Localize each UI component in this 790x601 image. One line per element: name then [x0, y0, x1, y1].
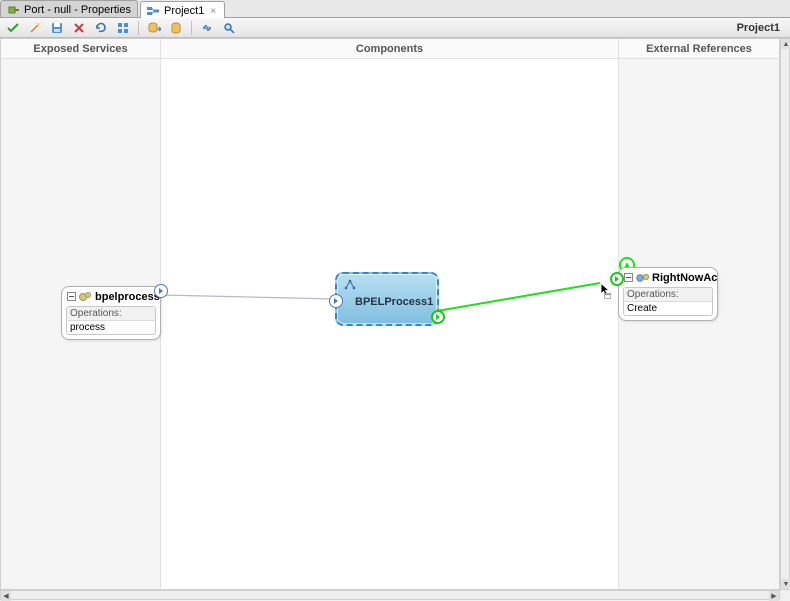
- operations-box: Operations: process: [66, 306, 156, 335]
- service-title-text: bpelprocess1_clie...: [95, 291, 160, 303]
- wand-button[interactable]: [26, 19, 44, 37]
- bpel-icon: [343, 278, 357, 295]
- operations-box: Operations: Create: [623, 287, 713, 316]
- bpel-component-node[interactable]: BPELProcess1: [335, 272, 439, 326]
- service-output-port[interactable]: [154, 284, 168, 298]
- toolbar-separator: [191, 21, 192, 35]
- bpel-title: BPELProcess1: [355, 296, 433, 308]
- tab-close-button[interactable]: ×: [208, 6, 218, 16]
- link-button[interactable]: [198, 19, 216, 37]
- db-export-button[interactable]: [145, 19, 163, 37]
- gears-icon: [79, 290, 92, 303]
- lane-header-external: External References: [619, 39, 779, 58]
- project-name-label: Project1: [737, 22, 786, 34]
- tab-label: Port - null - Properties: [24, 4, 131, 16]
- operations-header: Operations:: [67, 307, 155, 321]
- adapter-gears-icon: [636, 271, 649, 284]
- validate-button[interactable]: [4, 19, 22, 37]
- bpel-output-port[interactable]: [431, 310, 445, 324]
- lane-header-exposed: Exposed Services: [1, 39, 161, 58]
- composite-canvas[interactable]: Exposed Services Components External Ref…: [0, 38, 780, 590]
- operations-header: Operations:: [624, 288, 712, 302]
- port-icon: [7, 4, 20, 17]
- save-button[interactable]: [48, 19, 66, 37]
- refresh-button[interactable]: [92, 19, 110, 37]
- tab-project1[interactable]: Project1 ×: [140, 1, 225, 18]
- lane-external-references[interactable]: [619, 59, 779, 589]
- composite-icon: [147, 5, 160, 18]
- toolbar: Project1: [0, 18, 790, 38]
- find-button[interactable]: [220, 19, 238, 37]
- operation-item[interactable]: Create: [624, 302, 712, 315]
- scroll-up-arrow[interactable]: ▲: [781, 39, 790, 49]
- reference-title-text: RightNowAccount...: [652, 272, 717, 284]
- reference-title-row: RightNowAccount...: [619, 268, 717, 285]
- bpel-input-port[interactable]: [329, 294, 343, 308]
- tab-label: Project1: [164, 5, 204, 17]
- exposed-service-node[interactable]: bpelprocess1_clie... Operations: process: [61, 286, 161, 340]
- vertical-scrollbar[interactable]: ▲ ▼: [780, 38, 790, 590]
- db-button[interactable]: [167, 19, 185, 37]
- service-title-row: bpelprocess1_clie...: [62, 287, 160, 304]
- collapse-icon[interactable]: [67, 290, 76, 303]
- lane-headers: Exposed Services Components External Ref…: [1, 39, 779, 59]
- tab-port-properties[interactable]: Port - null - Properties: [0, 0, 138, 17]
- horizontal-scrollbar[interactable]: ◀ ▶: [0, 590, 780, 600]
- toolbar-separator: [138, 21, 139, 35]
- operation-item[interactable]: process: [67, 321, 155, 334]
- collapse-icon[interactable]: [624, 271, 633, 284]
- external-reference-node[interactable]: RightNowAccount... Operations: Create: [618, 267, 718, 321]
- scroll-down-arrow[interactable]: ▼: [781, 579, 790, 589]
- grid-button[interactable]: [114, 19, 132, 37]
- lane-header-components: Components: [161, 39, 619, 58]
- tab-bar: Port - null - Properties Project1 ×: [0, 0, 790, 18]
- delete-button[interactable]: [70, 19, 88, 37]
- reference-input-port[interactable]: [610, 272, 624, 286]
